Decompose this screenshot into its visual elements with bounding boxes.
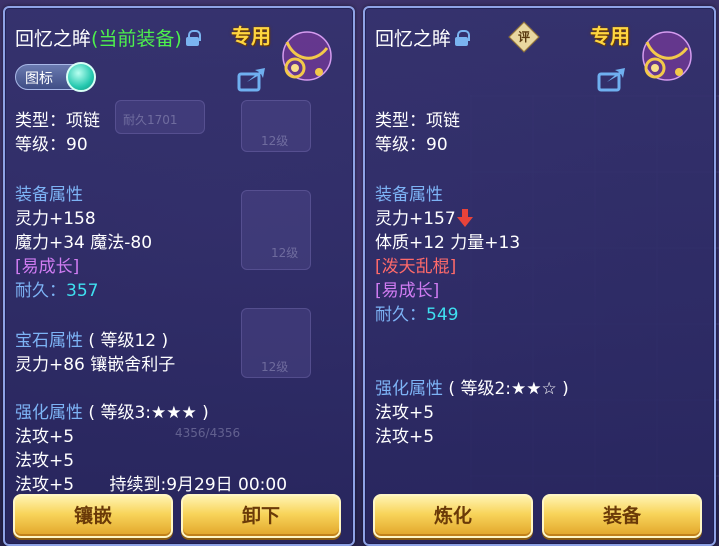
- item-name: 回忆之眸: [375, 28, 452, 50]
- durability: 耐久：549: [375, 300, 458, 325]
- enhance-attr-row: 强化属性 ( 等级3:★★★ ): [15, 398, 209, 423]
- toggle-knob-icon: [66, 62, 96, 92]
- gem-attr-row: 宝石属性 ( 等级12 ): [15, 326, 168, 351]
- current-equipment-panel: 耐久1701 12级 12级 12级 4356/4356 回忆之眸(当前装备) …: [3, 6, 355, 546]
- durability-value: 357: [66, 281, 99, 301]
- enhance-line: 法攻+5: [15, 451, 75, 471]
- toggle-label: 图标: [25, 71, 53, 87]
- icon-toggle[interactable]: 图标: [15, 62, 96, 92]
- equip-attr-header: 装备属性: [15, 185, 83, 205]
- enhance-attr-header: 强化属性: [375, 379, 443, 399]
- share-icon[interactable]: [597, 66, 627, 92]
- bg-hp-text: 4356/4356: [175, 426, 241, 440]
- gem-level: ( 等级12 ): [88, 331, 169, 351]
- inlay-button[interactable]: 镶嵌: [13, 494, 173, 538]
- exclusive-tag: 专用: [590, 24, 630, 48]
- durability: 耐久：357: [15, 276, 98, 301]
- current-equip-tag: (当前装备): [91, 28, 182, 50]
- item-title: 回忆之眸(当前装备): [15, 24, 201, 51]
- durability-value: 549: [426, 305, 459, 325]
- item-type: 类型：项链: [375, 111, 460, 131]
- enhance-line: 法攻+5: [15, 475, 75, 495]
- enhance-level: ( 等级2:★★☆ ): [448, 379, 569, 399]
- enhance-attr-header: 强化属性: [15, 403, 83, 423]
- growth-tag: [易成长]: [15, 257, 80, 277]
- enhance-level: ( 等级3:★★★ ): [88, 403, 209, 423]
- necklace-icon: [282, 31, 332, 81]
- item-type: 类型：项链: [15, 111, 100, 131]
- gem-attr-line: 灵力+86 镶嵌舍利子: [15, 355, 176, 375]
- attr-line-row: 灵力+157: [375, 204, 473, 229]
- enhance-last-row: 法攻+5 持续到:9月29日 00:00: [15, 470, 287, 495]
- enhance-line: 法攻+5: [375, 403, 435, 423]
- item-level: 等级：90: [375, 135, 448, 155]
- durability-label: 耐久：: [15, 281, 66, 301]
- equip-button[interactable]: 装备: [542, 494, 702, 538]
- necklace-icon: [642, 31, 692, 81]
- compare-equipment-panel: 回忆之眸 评 专用 类型：项链 等级：90 装备属性 灵力+157 体质+12 …: [363, 6, 716, 546]
- bg-level-text: 12级: [271, 246, 299, 260]
- refine-button[interactable]: 炼化: [373, 494, 533, 538]
- gem-attr-header: 宝石属性: [15, 331, 83, 351]
- equip-attr-header: 装备属性: [375, 185, 443, 205]
- special-skill-tag: [泼天乱棍]: [375, 257, 457, 277]
- attr-line: 体质+12 力量+13: [375, 233, 521, 253]
- bg-level-text: 12级: [261, 134, 289, 148]
- eval-badge-icon[interactable]: 评: [508, 21, 540, 53]
- enhance-duration: 持续到:9月29日 00:00: [109, 475, 288, 495]
- attr-line: 灵力+157: [375, 209, 456, 229]
- eval-badge-label: 评: [517, 30, 530, 44]
- item-title: 回忆之眸: [375, 24, 471, 51]
- growth-tag: [易成长]: [375, 281, 440, 301]
- enhance-line: 法攻+5: [375, 427, 435, 447]
- unequip-button[interactable]: 卸下: [181, 494, 341, 538]
- enhance-attr-row: 强化属性 ( 等级2:★★☆ ): [375, 374, 569, 399]
- exclusive-tag: 专用: [231, 24, 271, 48]
- attr-line: 魔力+34 魔法-80: [15, 233, 153, 253]
- item-name: 回忆之眸: [15, 28, 92, 50]
- bg-durability-text: 耐久1701: [123, 113, 178, 127]
- attr-line: 灵力+158: [15, 209, 96, 229]
- item-level: 等级：90: [15, 135, 88, 155]
- share-icon[interactable]: [237, 66, 267, 92]
- lock-icon: [185, 30, 201, 46]
- enhance-line: 法攻+5: [15, 427, 75, 447]
- down-arrow-icon: [456, 209, 473, 227]
- bg-level-text: 12级: [261, 360, 289, 374]
- lock-icon: [455, 30, 471, 46]
- durability-label: 耐久：: [375, 305, 426, 325]
